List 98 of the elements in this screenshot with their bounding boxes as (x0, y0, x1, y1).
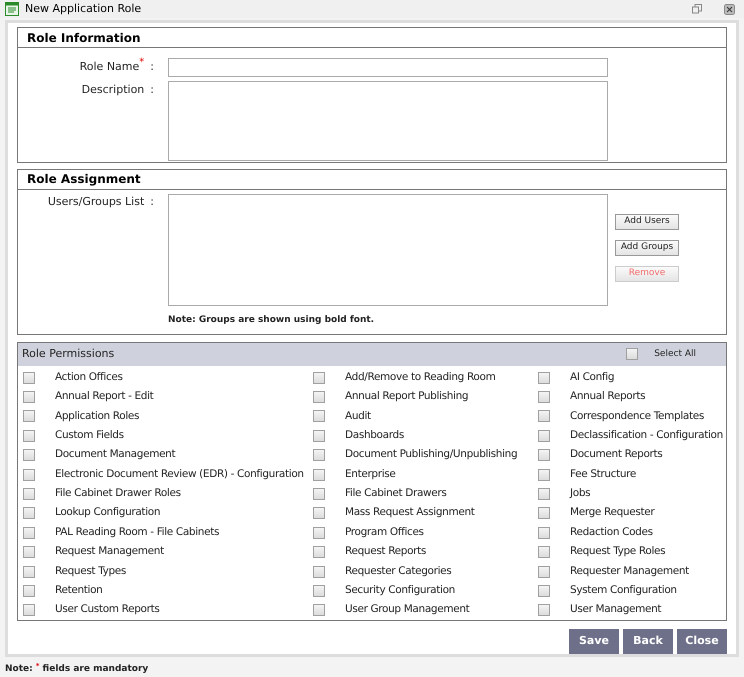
field-label: Users/Groups List : (48, 194, 154, 210)
checkbox[interactable] (538, 468, 550, 481)
checkbox[interactable] (23, 449, 35, 462)
checkbox[interactable] (23, 507, 35, 520)
checkbox[interactable] (538, 546, 550, 558)
checkbox[interactable] (313, 468, 325, 481)
window-title: New Application Role (25, 0, 142, 17)
permission-label: Annual Report - Edit (55, 389, 154, 404)
description-field[interactable] (168, 81, 608, 161)
checkbox[interactable] (23, 604, 35, 616)
permission-label: Document Reports (570, 447, 662, 462)
permission-label: Action Offices (55, 370, 123, 385)
checkbox[interactable] (538, 410, 550, 422)
checkbox[interactable] (538, 584, 550, 597)
checkbox[interactable] (626, 348, 638, 360)
permission-label: Custom Fields (55, 428, 124, 443)
permission-label: Lookup Configuration (55, 505, 160, 520)
permission-label: Requester Categories (345, 564, 452, 579)
checkbox[interactable] (313, 526, 325, 539)
permission-label: Mass Request Assignment (345, 505, 475, 520)
permission-label: Requester Management (570, 564, 689, 579)
permission-label: System Configuration (570, 583, 677, 598)
action-button[interactable]: Add Users (615, 214, 679, 230)
checkbox[interactable] (23, 526, 35, 539)
permission-label: Document Publishing/Unpublishing (345, 447, 518, 462)
permission-label: Retention (55, 583, 102, 598)
permission-label: Jobs (570, 486, 590, 502)
checkbox[interactable] (313, 604, 325, 616)
permission-label: Program Offices (345, 524, 424, 540)
permission-label: Electronic Document Review (EDR) - Configuration (55, 466, 304, 482)
permission-label: PAL Reading Room - File Cabinets (55, 524, 220, 540)
checkbox[interactable] (23, 372, 35, 384)
checkbox[interactable] (23, 391, 35, 403)
permission-label: Declassification - Configuration (570, 428, 723, 443)
permission-label: Fee Structure (570, 466, 636, 482)
note-text: Note: Groups are shown using bold font. (168, 314, 376, 327)
section-title: Role Assignment (27, 171, 141, 188)
action-button[interactable]: Add Groups (615, 240, 679, 256)
checkbox[interactable] (23, 468, 35, 481)
checkbox[interactable] (313, 507, 325, 520)
checkbox[interactable] (538, 449, 550, 462)
checkbox[interactable] (313, 391, 325, 403)
checkbox[interactable] (23, 430, 35, 442)
permission-label: Correspondence Templates (570, 408, 704, 424)
permission-label: User Group Management (345, 602, 470, 618)
restore-icon[interactable] (692, 4, 702, 14)
footer-note: Note: $^{*}$ fields are mandatory (5, 664, 148, 674)
permission-label: Add/Remove to Reading Room (345, 370, 496, 385)
checkbox[interactable] (313, 449, 325, 462)
permission-label: Document Management (55, 447, 176, 462)
section-title: Role Information (27, 30, 141, 46)
checkbox[interactable] (313, 372, 325, 384)
permission-label: File Cabinet Drawers (345, 486, 446, 502)
checkbox[interactable] (538, 526, 550, 539)
permission-label: Dashboards (345, 428, 404, 443)
checkbox[interactable] (313, 584, 325, 597)
checkbox[interactable] (538, 604, 550, 616)
checkbox[interactable] (538, 507, 550, 520)
permission-label: Security Configuration (345, 583, 455, 598)
permission-label: Request Management (55, 544, 164, 560)
permission-label: User Custom Reports (55, 602, 160, 618)
select-all-label: Select All (654, 348, 696, 361)
checkbox[interactable] (538, 488, 550, 500)
checkbox[interactable] (23, 546, 35, 558)
permission-label: AI Config (570, 370, 614, 385)
permission-label: User Management (570, 602, 662, 618)
checkbox[interactable] (23, 566, 35, 578)
section-title: Role Permissions (22, 346, 116, 362)
permission-label: Enterprise (345, 466, 396, 482)
checkbox[interactable] (313, 430, 325, 442)
permission-label: Annual Report Publishing (345, 389, 468, 404)
checkbox[interactable] (538, 372, 550, 384)
role-name-field[interactable] (168, 58, 608, 77)
action-button[interactable]: Back (623, 629, 673, 654)
checkbox[interactable] (23, 488, 35, 500)
permission-label: Audit (345, 408, 371, 424)
field-label: Description : (82, 82, 154, 98)
checkbox[interactable] (313, 546, 325, 558)
checkbox[interactable] (23, 410, 35, 422)
close-icon[interactable] (724, 4, 735, 14)
checkbox[interactable] (538, 391, 550, 403)
permission-label: Request Types (55, 564, 126, 579)
permission-label: File Cabinet Drawer Roles (55, 486, 181, 502)
permission-label: Application Roles (55, 408, 140, 424)
checkbox[interactable] (23, 584, 35, 597)
checkbox[interactable] (313, 488, 325, 500)
permission-label: Merge Requester (570, 505, 654, 520)
users-groups-list[interactable] (168, 194, 608, 306)
checkbox[interactable] (313, 566, 325, 578)
permission-label: Annual Reports (570, 389, 646, 404)
action-button[interactable]: Close (677, 629, 727, 654)
permission-label: Redaction Codes (570, 524, 653, 540)
checkbox[interactable] (538, 566, 550, 578)
checkbox[interactable] (538, 430, 550, 442)
permission-label: Request Reports (345, 544, 426, 560)
action-button[interactable]: Save (569, 629, 619, 654)
permission-label: Request Type Roles (570, 544, 666, 560)
checkbox[interactable] (313, 410, 325, 422)
